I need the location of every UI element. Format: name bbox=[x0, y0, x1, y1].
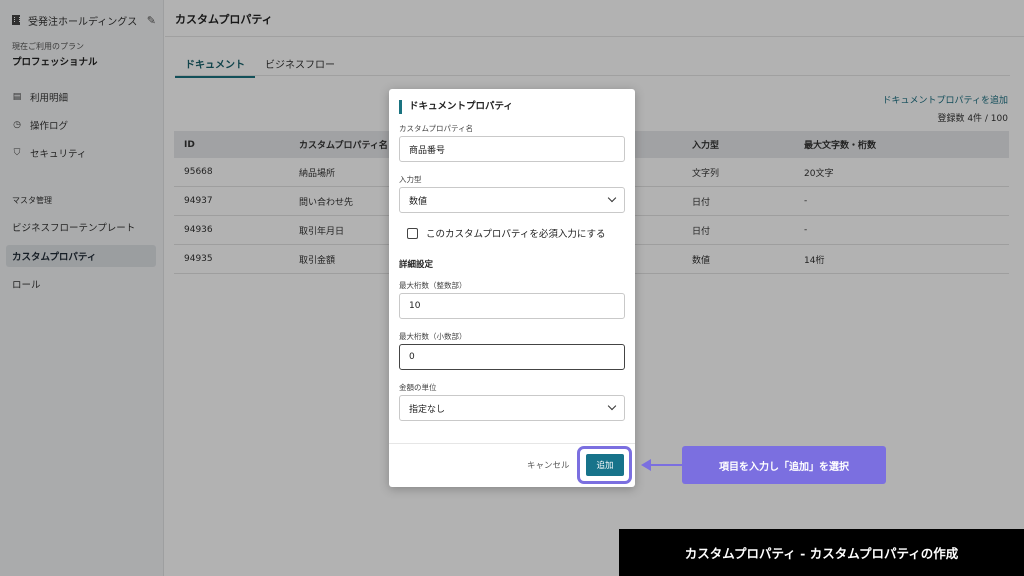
instruction-callout: 項目を入力し「追加」を選択 bbox=[682, 446, 886, 484]
caption-banner: カスタムプロパティ - カスタムプロパティの作成 bbox=[619, 529, 1024, 576]
chevron-down-icon bbox=[607, 401, 617, 411]
divider bbox=[389, 443, 635, 444]
detail-section-title: 詳細設定 bbox=[399, 260, 434, 270]
add-button[interactable]: 追加 bbox=[586, 454, 624, 476]
currency-unit-value: 指定なし bbox=[409, 404, 446, 415]
dialog-title: ドキュメントプロパティ bbox=[399, 100, 513, 114]
property-name-value: 商品番号 bbox=[409, 145, 446, 156]
cancel-button[interactable]: キャンセル bbox=[527, 459, 570, 471]
arrow-line bbox=[650, 464, 682, 466]
type-label: 入力型 bbox=[399, 175, 422, 184]
required-checkbox[interactable] bbox=[407, 227, 418, 239]
max-int-digits-input[interactable]: 10 bbox=[399, 293, 625, 319]
unit-label: 金額の単位 bbox=[399, 383, 437, 392]
input-type-value: 数値 bbox=[409, 196, 428, 207]
document-property-dialog: ドキュメントプロパティ カスタムプロパティ名 商品番号 入力型 数値 このカスタ… bbox=[389, 89, 635, 487]
max-dec-value: 0 bbox=[409, 352, 415, 362]
max-dec-label: 最大桁数（小数部） bbox=[399, 332, 467, 341]
required-checkbox-row[interactable]: このカスタムプロパティを必須入力にする bbox=[407, 226, 605, 240]
name-label: カスタムプロパティ名 bbox=[399, 124, 474, 133]
app-window: 受発注ホールディングス ✎ 現在ご利用のプラン プロフェッショナル ▤ 利用明細… bbox=[0, 0, 1024, 576]
max-int-value: 10 bbox=[409, 301, 421, 311]
max-int-label: 最大桁数（整数部） bbox=[399, 281, 467, 290]
property-name-input[interactable]: 商品番号 bbox=[399, 136, 625, 162]
required-label: このカスタムプロパティを必須入力にする bbox=[426, 229, 606, 240]
chevron-down-icon bbox=[607, 193, 617, 203]
input-type-select[interactable]: 数値 bbox=[399, 187, 625, 213]
max-dec-digits-input[interactable]: 0 bbox=[399, 344, 625, 370]
currency-unit-select[interactable]: 指定なし bbox=[399, 395, 625, 421]
